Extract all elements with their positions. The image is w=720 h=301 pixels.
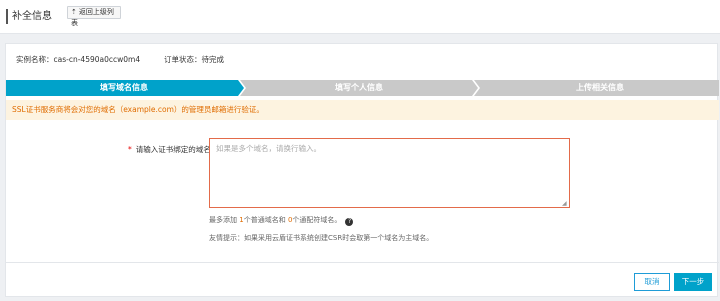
main-card: 实例名称：cas-cn-4590a0ccw0m4 订单状态：待完成 填写域名信息… — [5, 43, 719, 297]
domain-limit-text: 最多添加 1个普通域名和 0个通配符域名。? — [209, 215, 354, 226]
return-arrow-icon: ⇡ — [71, 8, 77, 16]
order-meta: 实例名称：cas-cn-4590a0ccw0m4 订单状态：待完成 — [16, 54, 224, 65]
back-to-list-label: 返回上级列表 — [71, 8, 114, 27]
limit-middle: 个普通域名和 — [243, 216, 288, 224]
back-to-list-button[interactable]: ⇡ 返回上级列表 — [67, 6, 121, 27]
friendly-tip: 友情提示：如果采用云盾证书系统创建CSR时会取第一个域名为主域名。 — [209, 234, 434, 242]
limit-prefix: 最多添加 — [209, 216, 240, 224]
instance-name: 实例名称：cas-cn-4590a0ccw0m4 — [16, 55, 141, 64]
page-title: 补全信息 — [12, 11, 52, 22]
step-progress: 填写域名信息 填写个人信息 上传相关信息 — [6, 80, 719, 96]
domain-textarea[interactable] — [209, 138, 570, 208]
step-1-label: 填写域名信息 — [100, 83, 148, 92]
verification-notice: SSL证书服务商将会对您的域名（example.com）的管理员邮箱进行验证。 — [6, 100, 719, 120]
cancel-button[interactable]: 取消 — [634, 273, 670, 291]
domain-label-text: 请输入证书绑定的域名: — [135, 145, 214, 154]
limit-suffix: 个通配符域名。 — [292, 216, 342, 224]
order-status: 订单状态：待完成 — [164, 55, 224, 64]
question-circle-icon[interactable]: ? — [345, 218, 354, 226]
next-step-button[interactable]: 下一步 — [674, 273, 712, 291]
step-3-label: 上传相关信息 — [576, 83, 624, 92]
title-accent-bar — [6, 9, 8, 24]
textarea-resize-grip-icon[interactable]: ◢ — [562, 201, 568, 207]
footer-divider — [6, 262, 719, 263]
step-2-label: 填写个人信息 — [335, 83, 383, 92]
top-bar: 补全信息 ⇡ 返回上级列表 — [0, 0, 720, 34]
domain-field-label: * 请输入证书绑定的域名: — [128, 144, 213, 155]
required-mark: * — [128, 145, 132, 154]
